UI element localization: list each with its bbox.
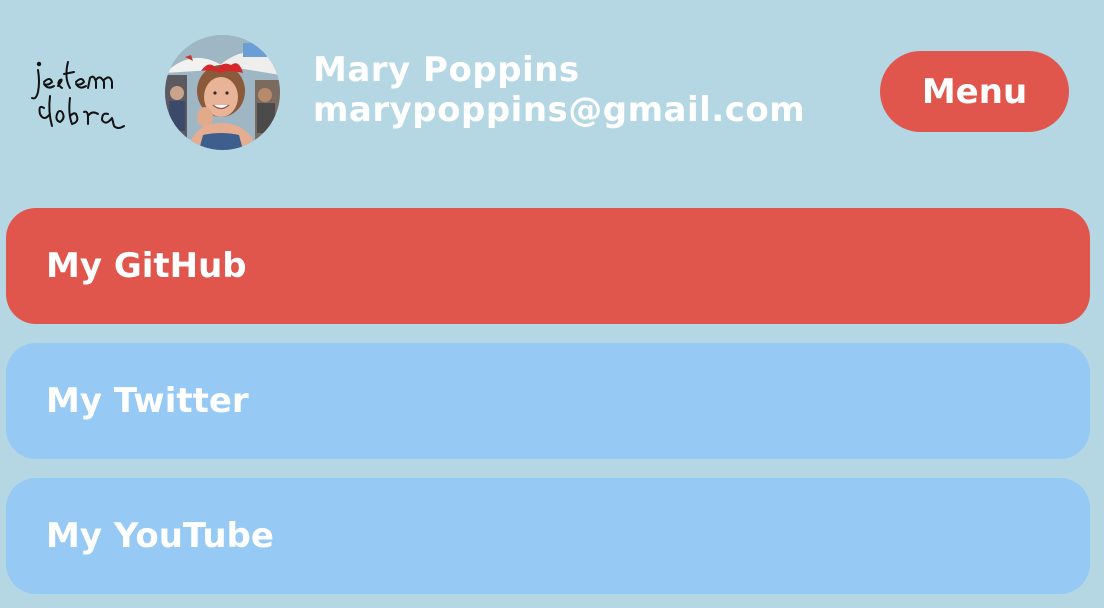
- user-email: marypoppins@gmail.com: [313, 90, 806, 130]
- menu-button[interactable]: Menu: [880, 51, 1069, 132]
- link-github[interactable]: My GitHub: [6, 208, 1090, 324]
- link-twitter[interactable]: My Twitter: [6, 343, 1090, 459]
- link-youtube[interactable]: My YouTube: [6, 478, 1090, 594]
- header: Mary Poppins marypoppins@gmail.com Menu: [0, 0, 1104, 180]
- user-name: Mary Poppins: [313, 50, 580, 90]
- profile-photo: [165, 35, 280, 150]
- avatar: [165, 35, 280, 150]
- handwritten-logo: [31, 61, 125, 129]
- user-info: Mary Poppins marypoppins@gmail.com: [313, 50, 805, 130]
